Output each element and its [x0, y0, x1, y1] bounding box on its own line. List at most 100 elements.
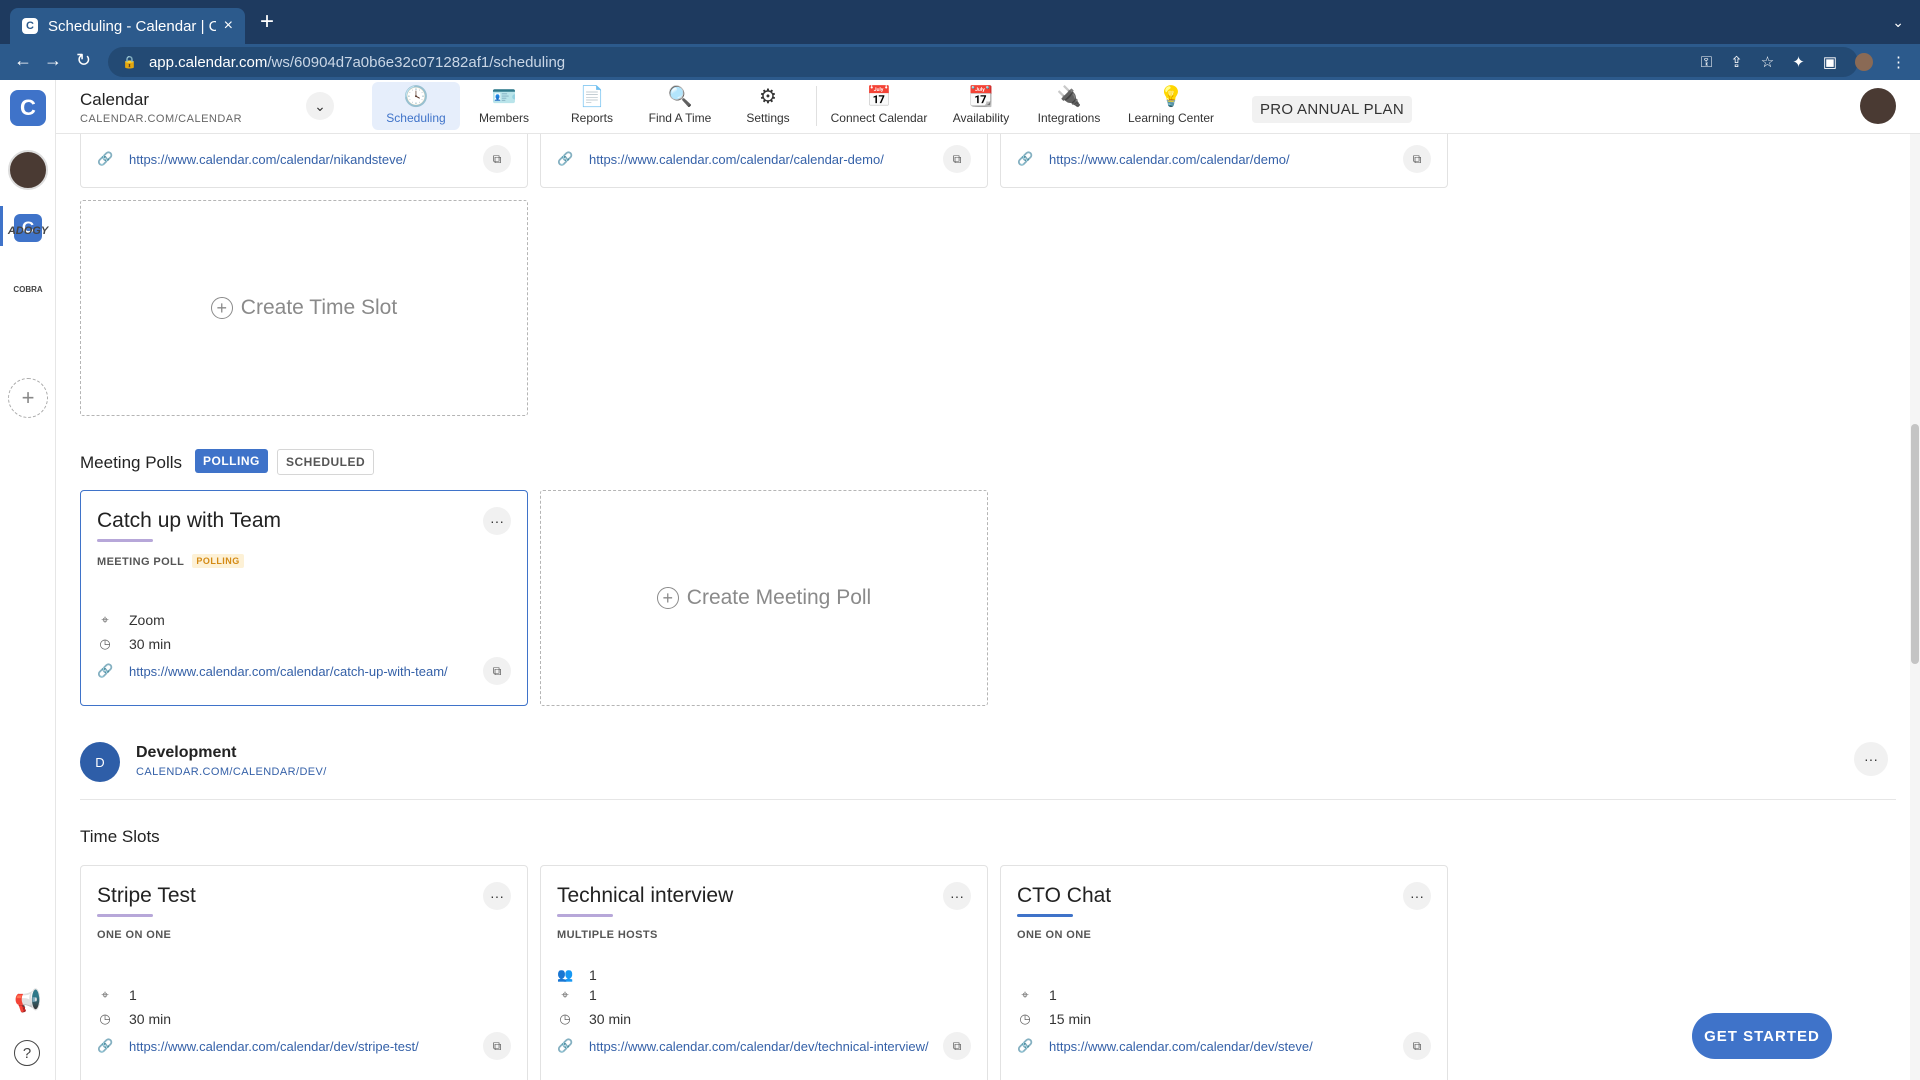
url-field[interactable]: 🔒 app.calendar.com/ws/60904d7a0b6e32c071… [108, 47, 1858, 77]
lightbulb-icon: 💡 [1158, 86, 1184, 108]
user-workspace-avatar[interactable] [8, 150, 48, 190]
close-tab-icon[interactable]: × [224, 17, 233, 35]
card-accent [557, 914, 613, 917]
group-avatar: D [80, 742, 120, 782]
card-duration-row: ◷ 15 min [1017, 1011, 1091, 1027]
side-panel-icon[interactable]: ▣ [1823, 53, 1837, 71]
calendar-plus-icon: 📅 [866, 86, 892, 108]
nav-scheduling[interactable]: 🕓 Scheduling [372, 82, 460, 130]
cobra-workspace-logo[interactable]: COBRA [6, 285, 50, 294]
nav-find-a-time[interactable]: 🔍 Find A Time [636, 82, 724, 130]
reload-icon[interactable]: ↻ [76, 50, 91, 71]
nav-find-a-time-label: Find A Time [648, 111, 712, 125]
nav-availability[interactable]: 📆 Availability [937, 82, 1025, 130]
link-icon: 🔗 [97, 151, 114, 166]
time-slot-card[interactable]: Technical interview MULTIPLE HOSTS ··· 👥… [540, 865, 988, 1080]
nav-connect-calendar-label: Connect Calendar [830, 111, 928, 125]
copy-icon[interactable]: ⧉ [1403, 1032, 1431, 1060]
back-icon[interactable]: ← [14, 50, 32, 71]
browser-tab[interactable]: C Scheduling - Calendar | Calendar × [10, 8, 245, 44]
new-tab-icon[interactable]: + [260, 10, 274, 34]
browser-actions: ⚿ ⇪ ☆ ✦ ▣ ⋮ [1701, 53, 1906, 71]
browser-tab-bar: C Scheduling - Calendar | Calendar × + ⌄ [0, 0, 1920, 44]
card-link[interactable]: https://www.calendar.com/calendar/dev/st… [129, 1039, 473, 1054]
more-options-icon[interactable]: ··· [483, 882, 511, 910]
card-location-row: ⌖ 1 [97, 987, 136, 1003]
filter-scheduled[interactable]: SCHEDULED [277, 449, 375, 475]
url-path: /ws/60904d7a0b6e32c071282af1/scheduling [267, 53, 566, 71]
location-pin-icon: ⌖ [1021, 987, 1029, 1002]
share-icon[interactable]: ⇪ [1730, 53, 1743, 71]
page-scrollbar[interactable] [1910, 134, 1920, 1080]
filter-polling[interactable]: POLLING [195, 449, 268, 473]
workspace-chevron-down-icon[interactable]: ⌄ [306, 92, 334, 120]
card-title: Technical interview [557, 884, 734, 907]
copy-icon[interactable]: ⧉ [943, 1032, 971, 1060]
more-options-icon[interactable]: ··· [1403, 882, 1431, 910]
more-options-icon[interactable]: ··· [943, 882, 971, 910]
meeting-poll-card[interactable]: Catch up with Team MEETING POLL POLLING ·… [80, 490, 528, 706]
copy-icon[interactable]: ⧉ [483, 657, 511, 685]
group-url[interactable]: CALENDAR.COM/CALENDAR/DEV/ [136, 766, 327, 778]
time-slot-card[interactable]: Stripe Test ONE ON ONE ··· ⌖ 1 ◷ 30 min … [80, 865, 528, 1080]
nav-settings[interactable]: ⚙ Settings [724, 82, 812, 130]
plan-badge[interactable]: PRO ANNUAL PLAN [1252, 96, 1412, 123]
nav-connect-calendar[interactable]: 📅 Connect Calendar [821, 82, 937, 130]
location-pin-icon: ⌖ [101, 612, 109, 627]
announcements-icon[interactable]: 📢 [14, 988, 41, 1014]
card-link[interactable]: https://www.calendar.com/calendar/nikand… [129, 152, 473, 167]
profile-avatar[interactable] [1855, 53, 1873, 71]
copy-icon[interactable]: ⧉ [483, 1032, 511, 1060]
time-slot-card[interactable]: 🔗 https://www.calendar.com/calendar/cale… [540, 134, 988, 188]
link-icon: 🔗 [1017, 151, 1034, 166]
more-options-icon[interactable]: ··· [483, 507, 511, 535]
people-icon: 👥 [557, 967, 574, 982]
card-link-row: 🔗 https://www.calendar.com/calendar/nika… [97, 145, 511, 173]
add-workspace-button[interactable]: + [8, 378, 48, 418]
user-avatar[interactable] [1860, 88, 1896, 124]
card-link[interactable]: https://www.calendar.com/calendar/dev/te… [589, 1039, 933, 1054]
nav-divider [816, 86, 817, 126]
time-slot-card[interactable]: 🔗 https://www.calendar.com/calendar/demo… [1000, 134, 1448, 188]
card-link[interactable]: https://www.calendar.com/calendar/dev/st… [1049, 1039, 1393, 1054]
nav-reports[interactable]: 📄 Reports [548, 82, 636, 130]
time-slot-card[interactable]: 🔗 https://www.calendar.com/calendar/nika… [80, 134, 528, 188]
scrollbar-thumb[interactable] [1911, 424, 1919, 664]
create-meeting-poll-button[interactable]: + Create Meeting Poll [540, 490, 988, 706]
tab-search-icon[interactable]: ⌄ [1892, 14, 1904, 31]
card-title: CTO Chat [1017, 884, 1112, 907]
plus-circle-icon: + [656, 587, 679, 609]
id-card-icon: 🪪 [491, 86, 517, 108]
copy-icon[interactable]: ⧉ [483, 145, 511, 173]
link-icon: 🔗 [557, 1038, 574, 1053]
copy-icon[interactable]: ⧉ [943, 145, 971, 173]
clock-icon: ◷ [1019, 1011, 1031, 1026]
adogy-workspace-logo[interactable]: ADOGY [6, 225, 50, 237]
time-slot-card[interactable]: CTO Chat ONE ON ONE ··· ⌖ 1 ◷ 15 min 🔗 h… [1000, 865, 1448, 1080]
card-title: Catch up with Team [97, 509, 282, 532]
nav-scheduling-label: Scheduling [386, 111, 446, 125]
card-link[interactable]: https://www.calendar.com/calendar/calend… [589, 152, 933, 167]
group-more-options-icon[interactable]: ··· [1854, 742, 1888, 776]
forward-icon[interactable]: → [44, 50, 62, 71]
plug-icon: 🔌 [1056, 86, 1082, 108]
card-link[interactable]: https://www.calendar.com/calendar/demo/ [1049, 152, 1393, 167]
get-started-button[interactable]: GET STARTED [1692, 1013, 1832, 1059]
copy-icon[interactable]: ⧉ [1403, 145, 1431, 173]
nav-integrations[interactable]: 🔌 Integrations [1025, 82, 1113, 130]
nav-learning-center[interactable]: 💡 Learning Center [1113, 82, 1229, 130]
nav-members[interactable]: 🪪 Members [460, 82, 548, 130]
star-icon[interactable]: ☆ [1761, 53, 1774, 71]
card-link-row: 🔗 https://www.calendar.com/calendar/cale… [557, 145, 971, 173]
card-accent [1017, 914, 1073, 917]
app-logo[interactable]: C [10, 90, 46, 126]
create-time-slot-button[interactable]: + Create Time Slot [80, 200, 528, 416]
help-icon[interactable]: ? [14, 1040, 40, 1066]
extensions-icon[interactable]: ✦ [1792, 53, 1805, 71]
gear-icon: ⚙ [759, 86, 777, 108]
key-icon[interactable]: ⚿ [1701, 54, 1712, 71]
card-hosts: 1 [589, 967, 597, 983]
browser-menu-icon[interactable]: ⋮ [1891, 53, 1906, 71]
active-indicator [0, 206, 3, 246]
card-link[interactable]: https://www.calendar.com/calendar/catch-… [129, 664, 473, 679]
